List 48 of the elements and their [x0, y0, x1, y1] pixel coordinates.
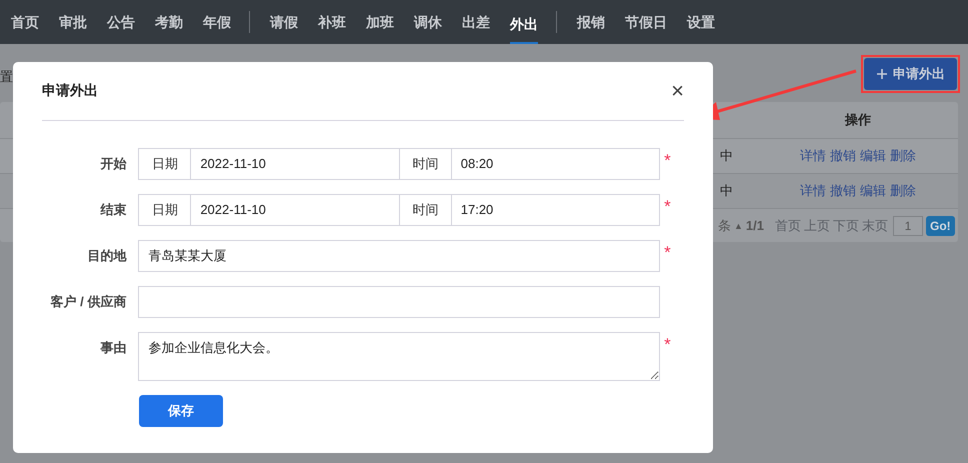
nav-item[interactable]: 加班	[366, 0, 394, 44]
nav-item[interactable]: 补班	[318, 0, 346, 44]
date-input[interactable]: 2022-11-10	[191, 195, 399, 225]
nav-item[interactable]: 外出	[510, 8, 538, 44]
field-label: 结束	[99, 201, 126, 219]
textarea-field[interactable]: 参加企业信息化大会。	[138, 332, 660, 381]
save-button[interactable]: 保存	[139, 395, 223, 427]
plus-icon	[876, 68, 888, 80]
required-mark: *	[664, 243, 671, 262]
table-cell-text: 中	[719, 147, 734, 165]
required-mark: *	[664, 151, 671, 170]
record-count-text: 条	[718, 216, 731, 234]
field-addon: 日期	[139, 149, 192, 179]
nav-item[interactable]: 考勤	[155, 0, 183, 44]
nav-item[interactable]: 年假	[203, 0, 231, 44]
field-addon: 时间	[398, 149, 452, 179]
nav-item[interactable]: 设置	[687, 0, 715, 44]
go-button[interactable]: Go!	[926, 216, 955, 236]
table-cell-text: 中	[719, 182, 734, 200]
required-mark: *	[664, 335, 671, 354]
nav-item[interactable]: 调休	[414, 0, 442, 44]
column-header: 操作	[844, 111, 872, 129]
date-time-field[interactable]: 日期 2022-11-10 时间 17:20	[138, 194, 660, 226]
nav-item[interactable]: 审批	[59, 0, 87, 44]
field-addon: 日期	[139, 195, 192, 225]
dialog-title: 申请外出	[42, 82, 98, 100]
nav-item[interactable]: 请假	[270, 0, 298, 44]
field-addon: 时间	[398, 195, 452, 225]
nav-item[interactable]: 出差	[462, 0, 490, 44]
time-input[interactable]: 17:20	[452, 195, 660, 225]
breadcrumb-text: 置	[0, 68, 13, 86]
input-field[interactable]: 青岛某某大厦	[138, 240, 660, 272]
field-label: 事由	[99, 339, 126, 357]
date-time-field[interactable]: 日期 2022-11-10 时间 08:20	[138, 148, 660, 180]
field-label: 客户 / 供应商	[49, 293, 126, 311]
input-field[interactable]	[138, 286, 660, 318]
nav-item[interactable]: 公告	[107, 0, 135, 44]
required-mark: *	[664, 197, 671, 216]
new-request-button[interactable]: 申请外出	[864, 58, 957, 90]
time-input[interactable]: 08:20	[452, 149, 660, 179]
nav-item[interactable]: 报销	[577, 0, 605, 44]
field-label: 目的地	[86, 247, 126, 265]
close-button[interactable]: ×	[671, 78, 684, 104]
nav-item[interactable]: 首页	[11, 0, 39, 44]
field-label: 开始	[99, 155, 126, 173]
page-count-text: 1/1	[746, 218, 764, 233]
date-input[interactable]: 2022-11-10	[191, 149, 399, 179]
nav-item[interactable]: 节假日	[625, 0, 667, 44]
